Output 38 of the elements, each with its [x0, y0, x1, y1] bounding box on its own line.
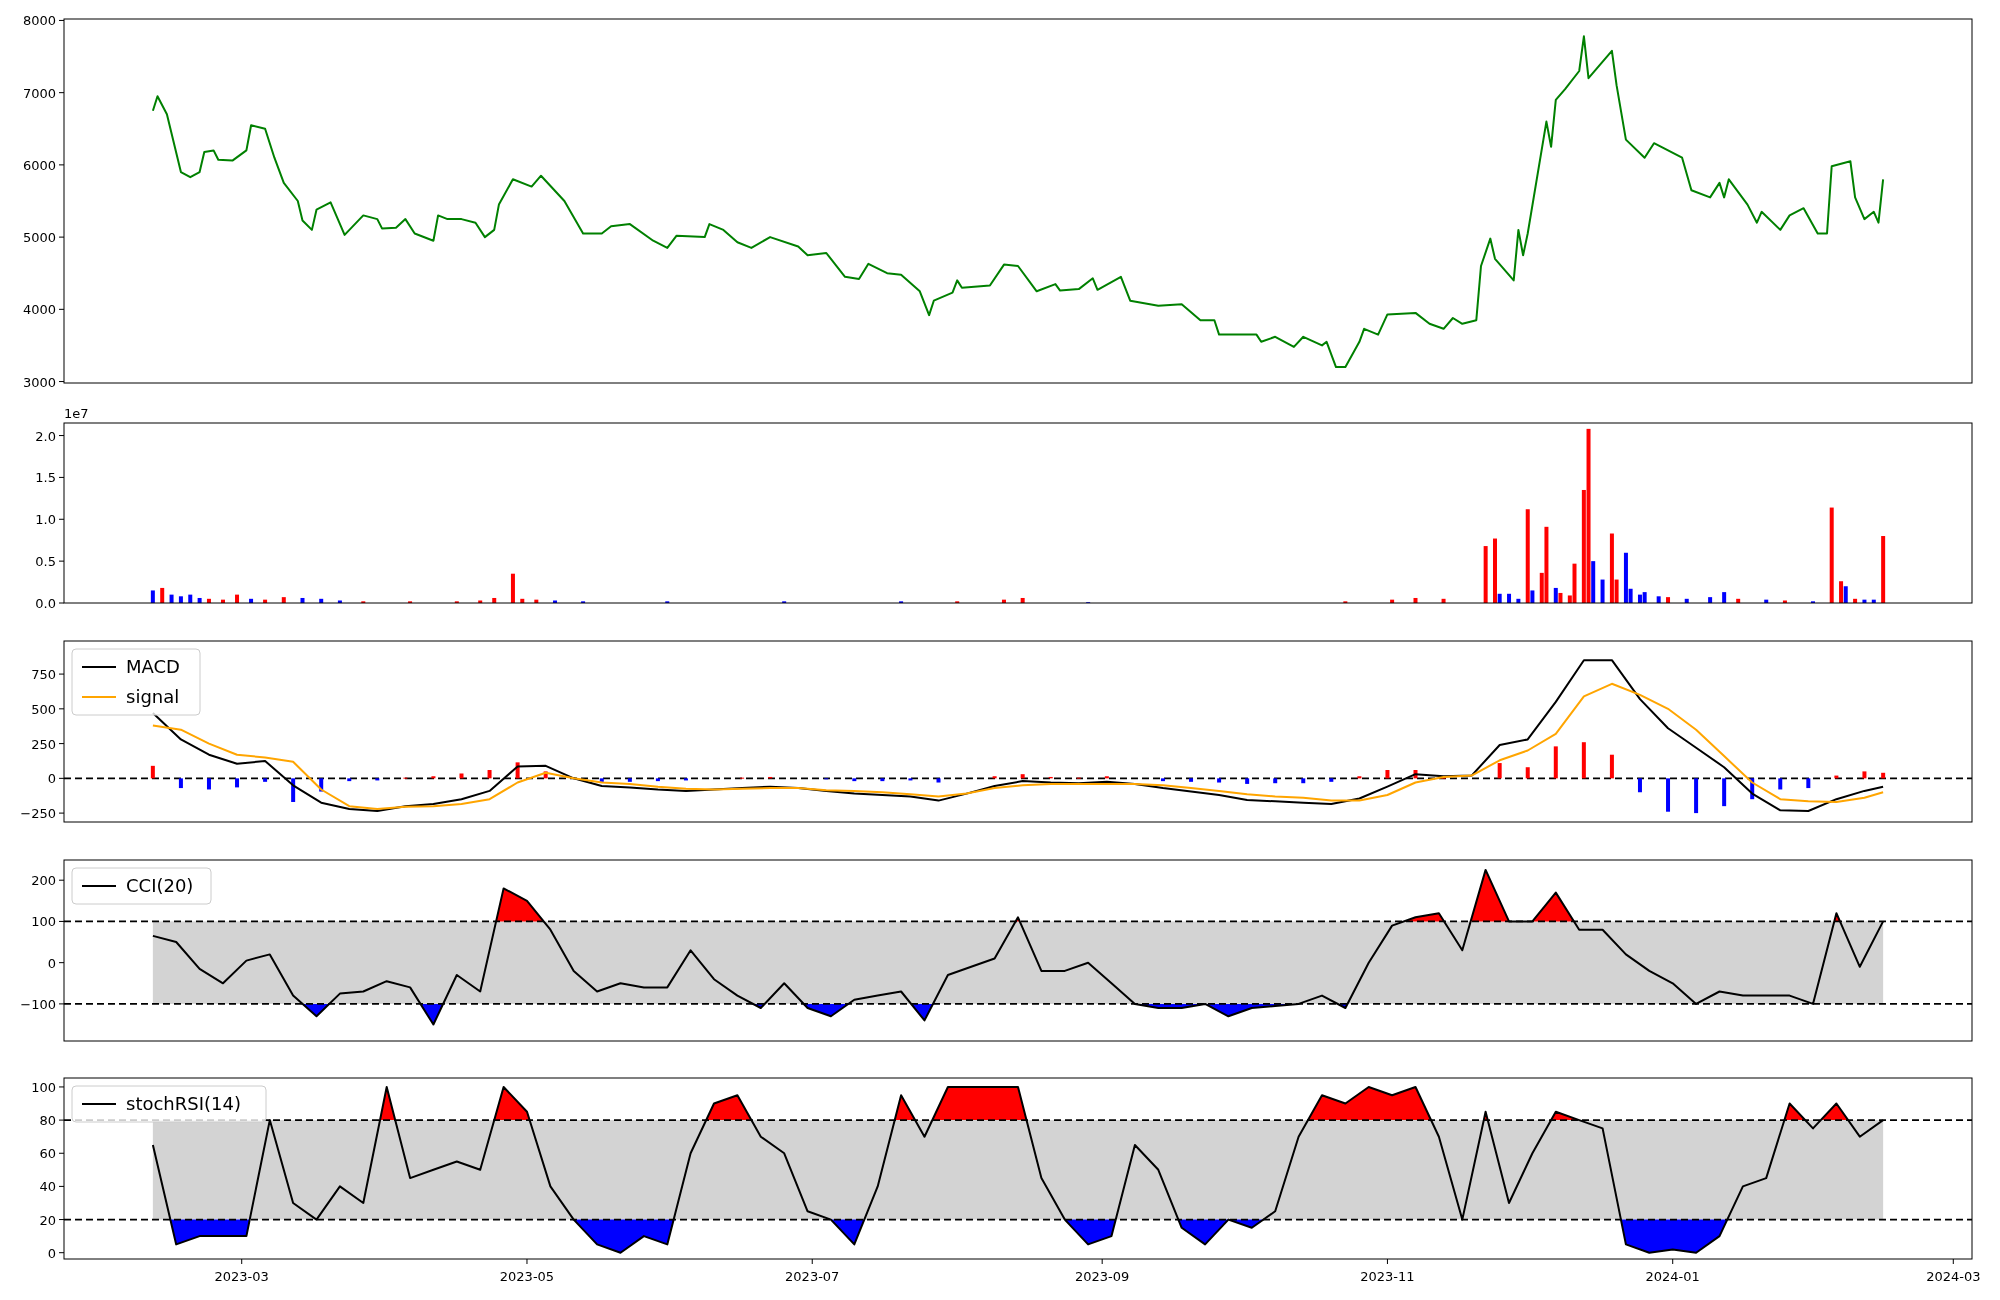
tick-label: 7000 — [22, 85, 56, 101]
legend-label: CCI(20) — [126, 875, 194, 896]
tick-label: 5000 — [22, 230, 56, 246]
tick-label: −250 — [20, 806, 56, 822]
tick-label: 2023-11 — [1360, 1269, 1415, 1284]
tick-label: 1.5 — [35, 470, 56, 486]
tick-label: 60 — [39, 1146, 56, 1162]
tick-label: 6000 — [22, 157, 56, 173]
tick-label: 750 — [31, 667, 56, 683]
tick-label: 2023-05 — [499, 1269, 555, 1284]
tick-label: 0.0 — [35, 596, 56, 611]
tick-label: 2023-03 — [214, 1269, 269, 1284]
tick-label: 20 — [39, 1212, 56, 1228]
tick-label: 1.0 — [35, 512, 56, 528]
tick-label: 0 — [47, 771, 56, 787]
tick-label: 4000 — [22, 302, 56, 318]
tick-label: 2023-09 — [1075, 1269, 1130, 1284]
tick-label: 0 — [47, 955, 56, 971]
legend-label: stochRSI(14) — [126, 1093, 241, 1114]
tick-label: 3000 — [22, 374, 56, 390]
tick-label: 0.5 — [35, 554, 56, 570]
tick-label: 100 — [31, 914, 56, 930]
scale-label: 1e7 — [64, 407, 89, 421]
tick-label: 80 — [39, 1113, 56, 1129]
tick-label: 100 — [31, 1079, 56, 1095]
tick-label: 500 — [31, 701, 56, 717]
tick-label: 2.0 — [35, 428, 56, 444]
tick-label: 200 — [31, 873, 56, 889]
tick-label: 250 — [31, 736, 56, 752]
legend-label: MACD — [126, 656, 180, 677]
tick-label: 2024-01 — [1645, 1269, 1700, 1284]
tick-label: 40 — [39, 1179, 56, 1195]
tick-label: 2024-03 — [1926, 1269, 1981, 1284]
tick-label: 0 — [47, 1245, 56, 1261]
tick-label: −100 — [20, 996, 56, 1012]
tick-label: 8000 — [22, 13, 56, 29]
legend-label: signal — [126, 686, 180, 707]
tick-label: 2023-07 — [785, 1269, 840, 1284]
